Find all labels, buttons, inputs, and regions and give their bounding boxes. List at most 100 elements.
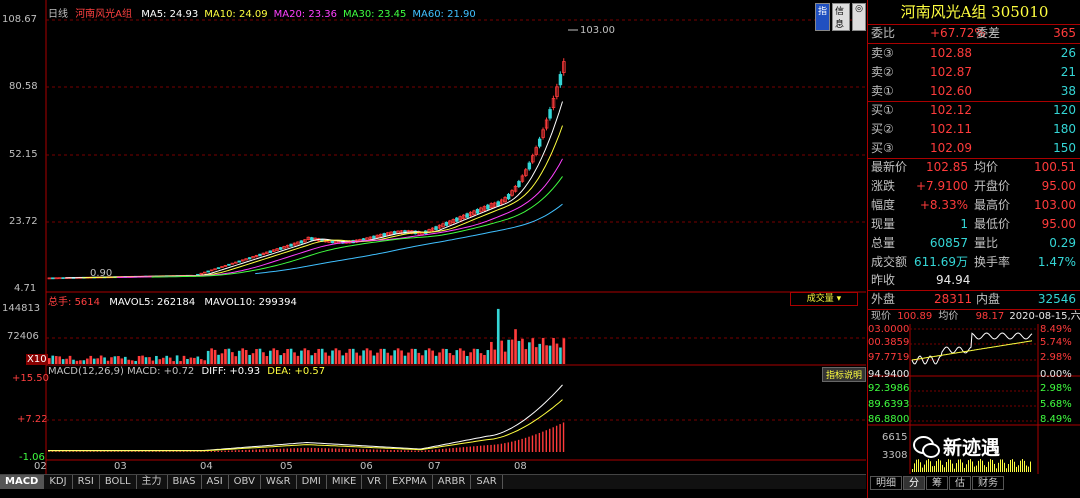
macd-dea: DEA: +0.57 (267, 366, 325, 377)
indicator-tab[interactable]: KDJ (44, 475, 72, 489)
volume-bar (269, 351, 272, 364)
indicator-tab[interactable]: VR (362, 475, 387, 489)
mini-right-tick: 2.98% (1040, 352, 1072, 363)
volume-bar (93, 359, 96, 364)
volume-bar (418, 353, 421, 364)
volume-bar (469, 352, 472, 364)
volume-bar (83, 360, 86, 364)
mini-volume-bar (952, 464, 953, 472)
volume-bar (459, 348, 462, 364)
volume-bar (362, 350, 365, 364)
outer-value: 28311 (934, 290, 972, 309)
order-row[interactable]: 买① 102.12 120 (868, 101, 1080, 120)
indicator-tab[interactable]: W&R (261, 475, 297, 489)
quote-tab-bar: 明细分筹估财务 (870, 476, 1080, 490)
volume-bar (262, 352, 265, 364)
ma-legend-item: MA20: 23.36 (274, 9, 337, 20)
outer-label: 外盘 (871, 290, 895, 309)
indicator-dropdown[interactable]: 成交量 ▾ (790, 292, 858, 306)
stat-label: 最低价 (974, 215, 1010, 234)
candle-body (466, 214, 469, 217)
indicator-tab[interactable]: MACD (0, 475, 44, 489)
volume-bar (483, 355, 486, 364)
volume-bar (421, 355, 424, 364)
indicator-tab[interactable]: OBV (229, 475, 261, 489)
volume-bar (65, 359, 68, 364)
candle-body (58, 278, 61, 279)
mini-volume-bar (942, 465, 943, 472)
volume-bar (159, 359, 162, 364)
volume-bar (310, 355, 313, 364)
quote-tab[interactable]: 财务 (972, 476, 1004, 490)
info-button[interactable]: 信息 (832, 3, 850, 31)
order-row[interactable]: 买② 102.11 180 (868, 120, 1080, 139)
indicator-tab[interactable]: BOLL (100, 475, 137, 489)
volume-bar (500, 341, 503, 364)
indicator-tab[interactable]: RSI (73, 475, 100, 489)
volume-bar (193, 358, 196, 364)
volume-bar (279, 355, 282, 364)
indicator-tab[interactable]: MIKE (327, 475, 362, 489)
stat-value: 95.00 (1042, 177, 1076, 196)
lock-button[interactable]: ◎ (852, 3, 866, 31)
order-row[interactable]: 卖① 102.60 38 (868, 82, 1080, 101)
total-hands-value: 5614 (75, 297, 100, 308)
stat-label: 换手率 (974, 253, 1010, 272)
candle-body (269, 251, 272, 253)
indicator-tab[interactable]: BIAS (168, 475, 202, 489)
order-row[interactable]: 卖③ 102.88 26 (868, 44, 1080, 63)
volume-bar (200, 359, 203, 364)
quote-tab[interactable]: 分 (903, 476, 925, 490)
indicator-tab[interactable]: SAR (471, 475, 502, 489)
stock-name-label: 河南风光A组 (75, 9, 132, 20)
mini-volume-bar (974, 467, 975, 472)
volume-bar (480, 353, 483, 364)
prev-close-value: 94.94 (936, 271, 970, 290)
volume-bar (442, 349, 445, 364)
quote-tab[interactable]: 筹 (926, 476, 948, 490)
volume-bar (549, 346, 552, 364)
mini-volume-bar (984, 465, 985, 472)
index-button[interactable]: 指 (815, 3, 830, 31)
volume-bar (238, 351, 241, 364)
stat-value: +8.33% (920, 196, 968, 215)
indicator-tab[interactable]: ARBR (433, 475, 472, 489)
kline-panel[interactable]: 日线 河南风光A组 MA5: 24.93 MA10: 24.09 MA20: 23.… (0, 0, 866, 498)
kline-chart[interactable] (0, 0, 866, 474)
indicator-explain-button[interactable]: 指标说明 (822, 367, 866, 382)
indicator-tab[interactable]: DMI (297, 475, 327, 489)
order-volume: 180 (1053, 120, 1076, 139)
indicator-tab-bar: MACD KDJ RSI BOLL 主力 BIAS ASI OBV W&R DMI MIKE VR EX… (0, 474, 866, 489)
stat-value: 95.00 (1042, 215, 1076, 234)
volume-bar (286, 349, 289, 364)
mini-volume-bar (934, 466, 935, 472)
volume-bar (224, 349, 227, 364)
volume-bar (276, 350, 279, 364)
volume-bar (466, 356, 469, 364)
indicator-tab[interactable]: ASI (202, 475, 229, 489)
volume-bar (328, 356, 331, 364)
x-tick: 08 (514, 461, 527, 472)
volume-bar (117, 356, 120, 364)
order-row[interactable]: 卖② 102.87 21 (868, 63, 1080, 82)
volume-bar (48, 358, 51, 364)
stat-value: 103.00 (1034, 196, 1076, 215)
quote-tab[interactable]: 明细 (870, 476, 902, 490)
indicator-tab[interactable]: 主力 (137, 475, 168, 489)
outer-inner-row: 外盘 28311 内盘 32546 (868, 290, 1080, 310)
indicator-tab[interactable]: EXPMA (387, 475, 433, 489)
volume-bar (58, 356, 61, 364)
volume-bar (79, 360, 82, 364)
volume-bar (203, 360, 206, 364)
mini-volume-bar (986, 467, 987, 472)
volume-bar (314, 353, 317, 364)
volume-bar (487, 350, 490, 364)
volume-bar (297, 356, 300, 364)
volume-bar (397, 348, 400, 364)
order-row[interactable]: 买③ 102.09 150 (868, 139, 1080, 158)
order-label: 卖① (871, 82, 894, 101)
quote-tab[interactable]: 估 (949, 476, 971, 490)
quote-panel: 河南风光A组 305010 委比 +67.72% 委差 365 卖③ 102.88… (867, 0, 1080, 498)
stat-value: 102.85 (926, 158, 968, 177)
volume-bar (162, 358, 165, 364)
